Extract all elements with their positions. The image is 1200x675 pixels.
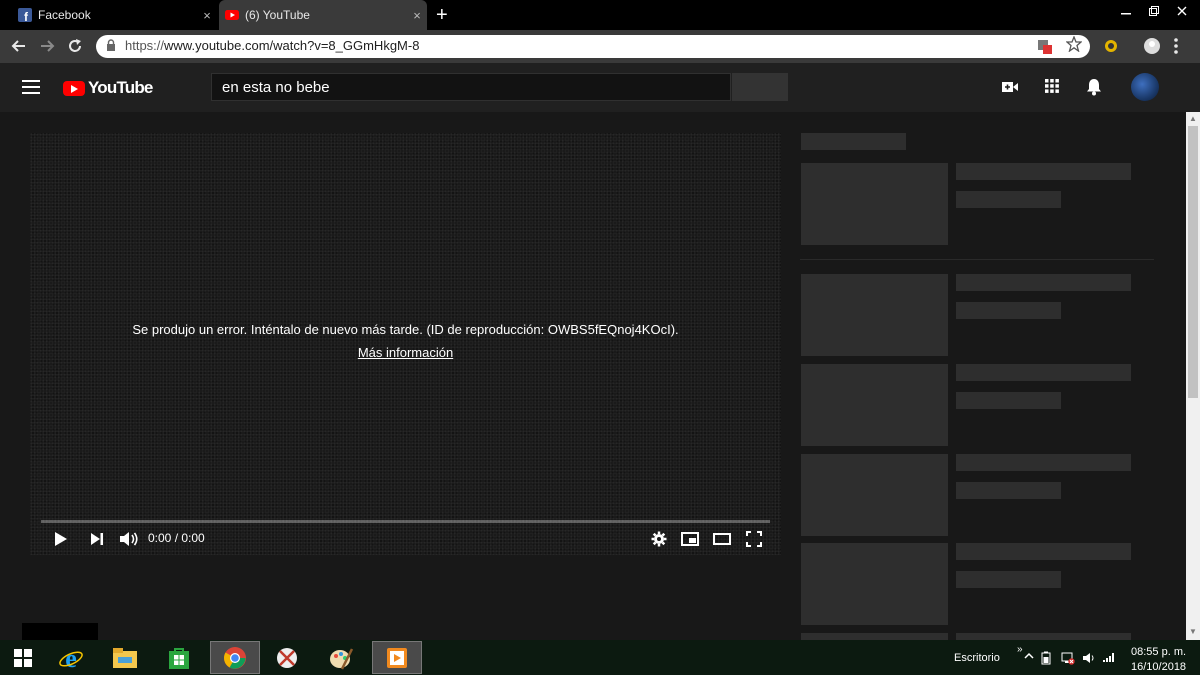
player-error-message: Se produjo un error. Inténtalo de nuevo … <box>132 322 679 337</box>
new-tab-button[interactable]: + <box>436 4 448 26</box>
url-host-path: www.youtube.com/watch?v=8_GGmHkgM-8 <box>164 38 420 53</box>
search-input[interactable]: en esta no bebe <box>211 73 731 101</box>
facebook-icon: f <box>18 8 32 22</box>
hamburger-menu-icon[interactable] <box>22 80 40 94</box>
bookmark-star-icon[interactable] <box>1065 35 1083 57</box>
minimize-button[interactable] <box>1112 0 1140 22</box>
apps-grid-icon[interactable] <box>1042 78 1062 98</box>
thumbnail-placeholder <box>801 163 948 245</box>
thumbnail-placeholder <box>801 274 948 356</box>
title-placeholder <box>956 543 1131 560</box>
media-player-taskbar-icon[interactable] <box>372 641 422 674</box>
signal-strength-icon[interactable] <box>1102 651 1116 666</box>
tab-close-icon[interactable]: × <box>407 8 427 23</box>
chrome-taskbar-icon[interactable] <box>210 641 260 674</box>
miniplayer-stub <box>22 623 98 640</box>
youtube-logo-text: YouTube <box>88 78 153 97</box>
account-avatar[interactable] <box>1131 73 1159 101</box>
thumbnail-placeholder <box>801 454 948 536</box>
clock-time: 08:55 p. m. <box>1131 646 1187 658</box>
page-scrollbar[interactable]: ▲ ▼ <box>1186 112 1200 640</box>
internet-explorer-icon[interactable]: e <box>48 641 94 674</box>
fullscreen-icon[interactable] <box>744 529 764 549</box>
show-hidden-icons-icon[interactable] <box>1024 651 1034 664</box>
network-disconnected-icon[interactable] <box>1061 651 1075 668</box>
meta-placeholder <box>956 571 1061 588</box>
meta-placeholder <box>956 191 1061 208</box>
desktop-toolbar-chevron-icon[interactable]: » <box>1017 644 1023 655</box>
title-placeholder <box>956 274 1131 291</box>
forward-button[interactable] <box>35 34 59 58</box>
file-explorer-icon[interactable] <box>102 641 148 674</box>
url-text[interactable]: https://www.youtube.com/watch?v=8_GGmHkg… <box>125 38 419 53</box>
youtube-play-icon <box>63 80 85 96</box>
translate-icon[interactable] <box>1037 39 1053 58</box>
restore-button[interactable] <box>1140 0 1168 22</box>
more-info-link[interactable]: Más información <box>30 345 781 360</box>
search-button[interactable] <box>732 73 788 101</box>
snipping-tool-icon[interactable] <box>264 641 310 674</box>
battery-icon[interactable] <box>1040 651 1052 668</box>
title-placeholder <box>956 163 1131 180</box>
back-button[interactable] <box>7 34 31 58</box>
scroll-up-arrow-icon[interactable]: ▲ <box>1189 114 1197 123</box>
scroll-down-arrow-icon[interactable]: ▼ <box>1189 627 1197 636</box>
windows-store-icon[interactable] <box>156 641 202 674</box>
meta-placeholder <box>956 392 1061 409</box>
tab-close-icon[interactable]: × <box>197 8 217 23</box>
thumbnail-placeholder <box>801 633 948 640</box>
youtube-icon <box>225 8 239 22</box>
chrome-menu-icon[interactable] <box>1172 36 1180 61</box>
miniplayer-icon[interactable] <box>680 529 700 549</box>
profile-avatar-icon[interactable] <box>1143 37 1161 60</box>
next-button[interactable] <box>88 529 106 549</box>
desktop-toolbar-label[interactable]: Escritorio <box>954 652 1000 664</box>
notifications-bell-icon[interactable] <box>1084 78 1104 98</box>
title-placeholder <box>956 454 1131 471</box>
tab-facebook[interactable]: f Facebook × <box>12 0 217 30</box>
tab-label: Facebook <box>38 8 91 22</box>
system-clock[interactable]: 08:55 p. m. 16/10/2018 <box>1131 645 1186 675</box>
meta-placeholder <box>956 482 1061 499</box>
reload-button[interactable] <box>63 34 87 58</box>
extension-icon[interactable] <box>1104 39 1118 58</box>
meta-placeholder <box>956 302 1061 319</box>
sidebar-header-placeholder <box>801 133 906 150</box>
settings-gear-icon[interactable] <box>650 529 668 549</box>
sidebar-divider <box>800 259 1154 260</box>
speaker-icon[interactable] <box>1082 651 1096 668</box>
tab-youtube[interactable]: (6) YouTube × <box>219 0 427 30</box>
time-display: 0:00 / 0:00 <box>148 531 205 545</box>
play-button[interactable] <box>52 529 70 549</box>
youtube-logo[interactable]: YouTube <box>63 78 153 97</box>
windows-start-icon[interactable] <box>0 641 46 674</box>
scrollbar-thumb[interactable] <box>1188 126 1198 398</box>
close-window-button[interactable] <box>1168 0 1196 22</box>
svg-text:e: e <box>65 645 77 671</box>
tab-label: (6) YouTube <box>245 8 310 22</box>
video-player[interactable] <box>30 133 781 555</box>
thumbnail-placeholder <box>801 364 948 446</box>
url-scheme: https:// <box>125 38 165 53</box>
thumbnail-placeholder <box>801 543 948 625</box>
theater-mode-icon[interactable] <box>712 529 732 549</box>
title-placeholder <box>956 364 1131 381</box>
title-placeholder <box>956 633 1131 640</box>
volume-icon[interactable] <box>118 529 140 549</box>
progress-bar[interactable] <box>41 520 770 523</box>
lock-icon[interactable] <box>106 39 118 53</box>
create-video-icon[interactable] <box>1000 78 1020 98</box>
clock-date: 16/10/2018 <box>1131 661 1187 673</box>
paint-icon[interactable] <box>318 641 364 674</box>
